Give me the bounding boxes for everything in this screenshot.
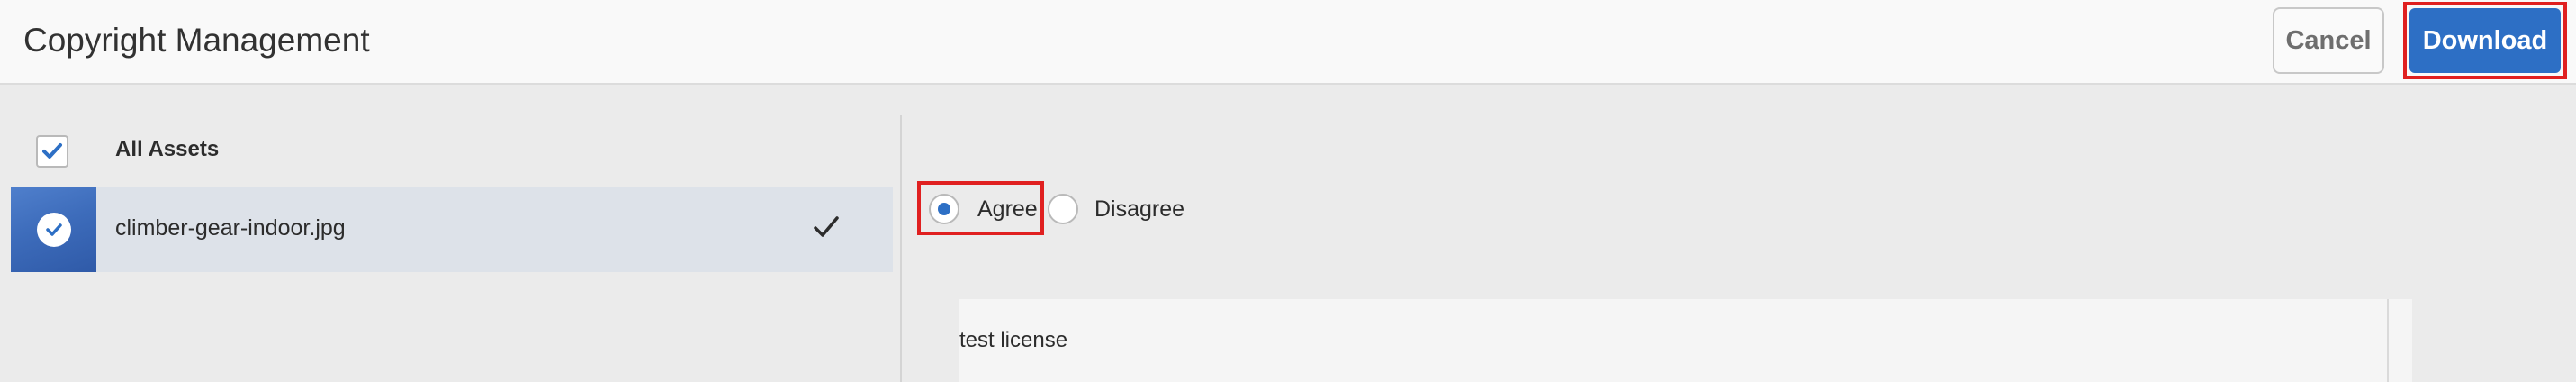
download-button-highlight: Download xyxy=(2403,2,2567,79)
agree-radio[interactable] xyxy=(929,194,959,224)
disagree-radio[interactable] xyxy=(1048,194,1078,224)
dialog-header: Copyright Management Cancel Download xyxy=(0,0,2576,85)
cancel-button[interactable]: Cancel xyxy=(2273,7,2384,74)
license-text-box[interactable]: test license xyxy=(959,299,2412,382)
asset-row[interactable]: climber-gear-indoor.jpg xyxy=(11,187,893,272)
all-assets-checkbox[interactable] xyxy=(36,135,68,168)
checkmark-icon xyxy=(42,143,62,159)
check-circle-icon[interactable] xyxy=(36,213,71,247)
license-text: test license xyxy=(959,328,1068,352)
agree-label[interactable]: Agree xyxy=(977,196,1038,223)
download-button[interactable]: Download xyxy=(2409,8,2561,73)
asset-thumbnail xyxy=(11,187,96,272)
asset-name: climber-gear-indoor.jpg xyxy=(115,215,346,241)
disagree-label[interactable]: Disagree xyxy=(1094,196,1184,223)
license-scrollbar[interactable] xyxy=(2387,299,2389,382)
dialog-title: Copyright Management xyxy=(23,22,370,59)
all-assets-label: All Assets xyxy=(115,137,220,161)
selected-checkmark-icon xyxy=(814,216,839,237)
radio-selected-dot xyxy=(938,203,950,215)
panel-divider xyxy=(900,115,902,382)
